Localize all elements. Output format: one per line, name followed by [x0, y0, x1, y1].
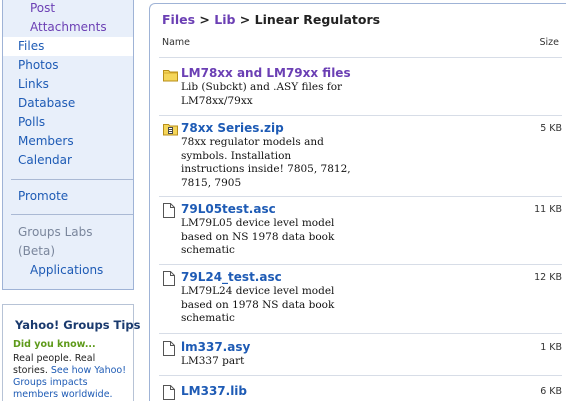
column-header-size[interactable]: Size [539, 37, 559, 48]
file-name-link[interactable]: 79L24_test.asc [181, 270, 282, 284]
tips-title: Yahoo! Groups Tips [15, 318, 141, 332]
document-icon [163, 271, 177, 287]
nav-applications[interactable]: Applications [3, 261, 133, 280]
file-description: LM79L05 device level model based on NS 1… [181, 217, 335, 256]
breadcrumb-files[interactable]: Files [162, 12, 195, 27]
document-icon [163, 341, 177, 357]
row-divider [159, 115, 562, 116]
breadcrumb-separator: > [199, 12, 210, 27]
row-divider [159, 57, 562, 58]
file-name-link[interactable]: LM337.lib [181, 384, 247, 398]
nav-divider [11, 179, 133, 180]
breadcrumb-current: Linear Regulators [254, 12, 381, 27]
file-name-link[interactable]: lm337.asy [181, 340, 250, 354]
file-size: 1 KB [540, 342, 562, 353]
file-description: LM79L24 device level model based on 1978… [181, 285, 335, 324]
file-size: 6 KB [540, 386, 562, 397]
tips-lead: Did you know... [13, 339, 96, 350]
row-divider [159, 264, 562, 265]
sidebar: Post Attachments Files Photos Links Data… [0, 0, 141, 401]
breadcrumb-separator: > [239, 12, 251, 27]
row-divider [159, 333, 562, 334]
groups-tips-box: Yahoo! Groups Tips Did you know... Real … [2, 304, 140, 401]
nav-database[interactable]: Database [3, 94, 133, 113]
file-size: 5 KB [540, 123, 562, 134]
group-navigation: Post Attachments Files Photos Links Data… [2, 0, 134, 290]
nav-divider [11, 214, 133, 215]
nav-photos[interactable]: Photos [3, 56, 133, 75]
file-description: Lib (Subckt) and .ASY files for LM78xx/7… [181, 81, 343, 107]
file-name-link[interactable]: 78xx Series.zip [181, 121, 284, 135]
row-divider [159, 196, 562, 197]
document-icon [163, 385, 177, 401]
file-size: 12 KB [534, 272, 562, 283]
column-header-name[interactable]: Name [162, 37, 190, 48]
breadcrumb: Files > Lib > Linear Regulators [162, 12, 380, 27]
file-name-link[interactable]: 79L05test.asc [181, 202, 276, 216]
nav-post[interactable]: Post [3, 0, 133, 18]
folder-icon [163, 67, 178, 83]
files-panel: Files > Lib > Linear Regulators Name Siz… [149, 3, 566, 401]
breadcrumb-lib[interactable]: Lib [214, 12, 235, 27]
nav-members[interactable]: Members [3, 132, 133, 151]
document-icon [163, 203, 177, 219]
beta-label: (Beta) [18, 244, 56, 258]
nav-links[interactable]: Links [3, 75, 133, 94]
file-size: 11 KB [534, 204, 562, 215]
nav-polls[interactable]: Polls [3, 113, 133, 132]
file-description: 78xx regulator models and symbols. Insta… [181, 136, 351, 189]
nav-files[interactable]: Files [3, 37, 133, 56]
nav-calendar[interactable]: Calendar [3, 151, 133, 170]
file-description: LM337 part [181, 355, 245, 367]
nav-attachments[interactable]: Attachments [3, 18, 133, 37]
nav-promote[interactable]: Promote [3, 187, 133, 206]
zip-icon [163, 122, 178, 138]
row-divider [159, 375, 562, 376]
file-name-link[interactable]: LM78xx and LM79xx files [181, 66, 351, 80]
tips-body: Real people. Real stories. See how Yahoo… [13, 353, 131, 401]
groups-labs-label: Groups Labs [18, 225, 93, 239]
